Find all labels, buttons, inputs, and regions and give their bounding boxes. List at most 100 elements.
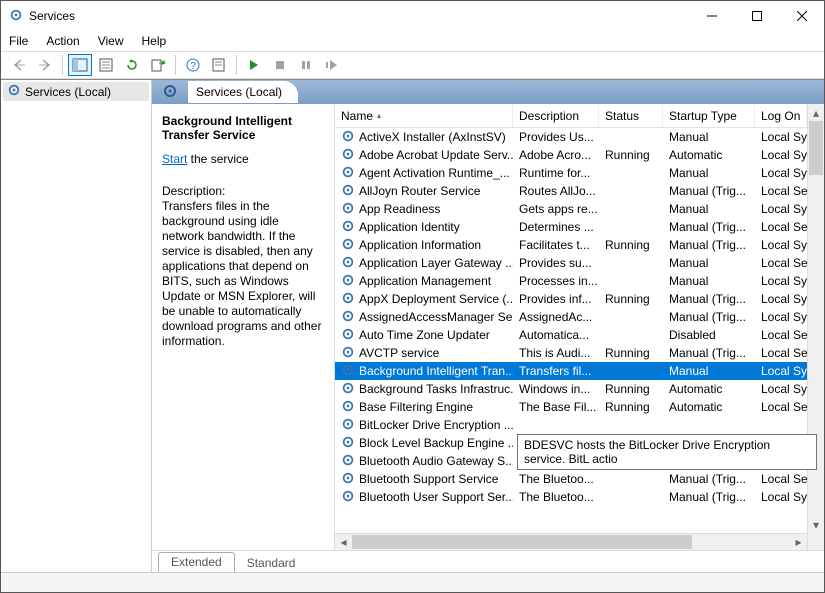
minimize-button[interactable] — [689, 1, 734, 31]
toolbar: ? — [1, 51, 824, 79]
menu-action[interactable]: Action — [46, 34, 79, 48]
cell-startup: Manual (Trig... — [663, 238, 755, 252]
svg-text:?: ? — [190, 61, 196, 72]
start-link[interactable]: Start — [162, 152, 187, 166]
toolbar-sep2 — [175, 55, 176, 75]
cell-logon: Local Sy — [755, 166, 807, 180]
gear-icon — [162, 83, 178, 102]
cell-startup: Manual — [663, 166, 755, 180]
menu-file[interactable]: File — [9, 34, 28, 48]
service-icon — [341, 327, 355, 344]
service-row[interactable]: AppX Deployment Service (...Provides inf… — [335, 290, 807, 308]
selected-service-title: Background Intelligent Transfer Service — [162, 114, 324, 142]
h-scrollbar[interactable]: ◂ ▸ — [335, 533, 807, 550]
cell-status: Running — [599, 148, 663, 162]
cell-logon: Local Sy — [755, 202, 807, 216]
service-icon — [341, 291, 355, 308]
service-row[interactable]: Application Layer Gateway ...Provides su… — [335, 254, 807, 272]
close-button[interactable] — [779, 1, 824, 31]
cell-description: Determines ... — [513, 220, 599, 234]
tab-extended[interactable]: Extended — [158, 552, 235, 572]
cell-name: Auto Time Zone Updater — [335, 327, 513, 344]
tab-standard[interactable]: Standard — [235, 554, 308, 572]
cell-logon: Local Se — [755, 472, 807, 486]
titlebar: Services — [1, 1, 824, 31]
show-hide-tree-button[interactable] — [68, 54, 92, 76]
cell-description: Provides Us... — [513, 130, 599, 144]
service-row[interactable]: Auto Time Zone UpdaterAutomatica...Disab… — [335, 326, 807, 344]
service-row[interactable]: Application ManagementProcesses in...Man… — [335, 272, 807, 290]
stop-service-button[interactable] — [268, 54, 292, 76]
cell-description: The Bluetoo... — [513, 490, 599, 504]
export-button[interactable] — [146, 54, 170, 76]
service-row[interactable]: Bluetooth Support ServiceThe Bluetoo...M… — [335, 470, 807, 488]
cell-name: Application Information — [335, 237, 513, 254]
cell-status: Running — [599, 292, 663, 306]
restart-service-button[interactable] — [320, 54, 344, 76]
service-row[interactable]: AssignedAccessManager Se...AssignedAc...… — [335, 308, 807, 326]
service-row[interactable]: Adobe Acrobat Update Serv...Adobe Acro..… — [335, 146, 807, 164]
col-status[interactable]: Status — [599, 104, 663, 127]
description-label: Description: — [162, 184, 324, 198]
cell-logon: Local Sy — [755, 310, 807, 324]
service-row[interactable]: App ReadinessGets apps re...ManualLocal … — [335, 200, 807, 218]
refresh-button[interactable] — [120, 54, 144, 76]
view-tabs: Extended Standard — [152, 550, 824, 572]
menu-help[interactable]: Help — [142, 34, 167, 48]
services-list: Name▴ Description Status Startup Type Lo… — [334, 104, 824, 550]
v-scrollbar[interactable]: ▴ ▾ — [807, 104, 824, 550]
cell-name: Bluetooth Audio Gateway S... — [335, 453, 513, 470]
menubar: File Action View Help — [1, 31, 824, 51]
service-row[interactable]: Application IdentityDetermines ...Manual… — [335, 218, 807, 236]
col-name[interactable]: Name▴ — [335, 104, 513, 127]
cell-logon: Local Se — [755, 220, 807, 234]
service-icon — [341, 417, 355, 434]
cell-logon: Local Sy — [755, 130, 807, 144]
service-row[interactable]: Background Tasks Infrastruc...Windows in… — [335, 380, 807, 398]
cell-logon: Local Se — [755, 400, 807, 414]
service-row[interactable]: Bluetooth User Support Ser...The Bluetoo… — [335, 488, 807, 506]
cell-name: Background Tasks Infrastruc... — [335, 381, 513, 398]
start-service-button[interactable] — [242, 54, 266, 76]
scroll-left-icon[interactable]: ◂ — [335, 534, 352, 550]
cell-startup: Manual (Trig... — [663, 184, 755, 198]
cell-logon: Local Se — [755, 184, 807, 198]
nav-services-local[interactable]: Services (Local) — [3, 82, 149, 101]
forward-button[interactable] — [33, 54, 57, 76]
cell-description: Provides inf... — [513, 292, 599, 306]
h-scroll-thumb[interactable] — [352, 535, 692, 549]
service-row[interactable]: Agent Activation Runtime_...Runtime for.… — [335, 164, 807, 182]
service-icon — [341, 345, 355, 362]
properties-button[interactable] — [94, 54, 118, 76]
scroll-right-icon[interactable]: ▸ — [790, 534, 807, 550]
menu-view[interactable]: View — [98, 34, 124, 48]
col-description[interactable]: Description — [513, 104, 599, 127]
col-logon[interactable]: Log On — [755, 104, 807, 127]
v-scroll-thumb[interactable] — [809, 121, 823, 175]
scroll-down-icon[interactable]: ▾ — [808, 516, 824, 533]
cell-description: This is Audi... — [513, 346, 599, 360]
cell-startup: Manual (Trig... — [663, 292, 755, 306]
service-row[interactable]: Base Filtering EngineThe Base Fil...Runn… — [335, 398, 807, 416]
cell-logon: Local Sy — [755, 490, 807, 504]
service-row[interactable]: AllJoyn Router ServiceRoutes AllJo...Man… — [335, 182, 807, 200]
help-button[interactable]: ? — [181, 54, 205, 76]
service-row[interactable]: Application InformationFacilitates t...R… — [335, 236, 807, 254]
scroll-up-icon[interactable]: ▴ — [808, 104, 824, 121]
service-icon — [341, 471, 355, 488]
service-icon — [341, 201, 355, 218]
back-button[interactable] — [7, 54, 31, 76]
properties-sheet-button[interactable] — [207, 54, 231, 76]
service-row[interactable]: AVCTP serviceThis is Audi...RunningManua… — [335, 344, 807, 362]
service-row[interactable]: Background Intelligent Tran...Transfers … — [335, 362, 807, 380]
service-icon — [341, 129, 355, 146]
cell-description: Windows in... — [513, 382, 599, 396]
maximize-button[interactable] — [734, 1, 779, 31]
service-icon — [341, 255, 355, 272]
service-icon — [341, 273, 355, 290]
service-row[interactable]: BitLocker Drive Encryption ... — [335, 416, 807, 434]
service-row[interactable]: ActiveX Installer (AxInstSV)Provides Us.… — [335, 128, 807, 146]
pause-service-button[interactable] — [294, 54, 318, 76]
col-startup[interactable]: Startup Type — [663, 104, 755, 127]
nav-item-label: Services (Local) — [25, 85, 111, 99]
